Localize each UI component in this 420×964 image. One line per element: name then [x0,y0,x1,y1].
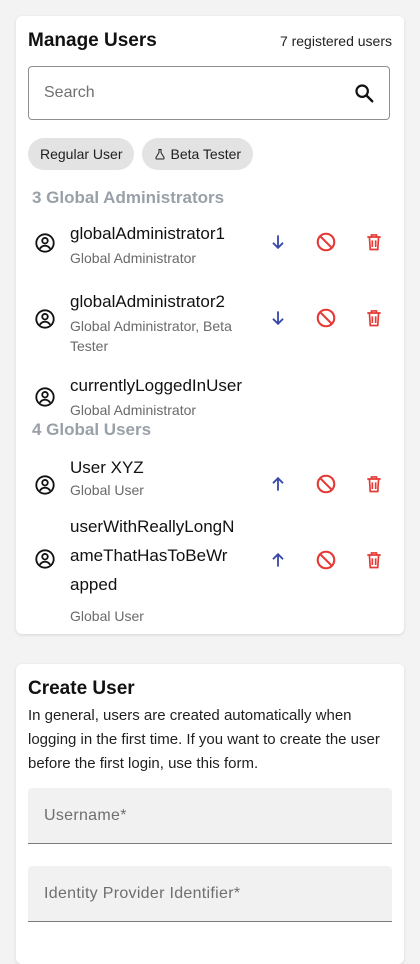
search-icon[interactable] [351,80,377,106]
user-name: userWithReallyLongN ameThatHasToBeWr app… [70,512,234,599]
manage-users-title: Manage Users [28,30,157,51]
account-circle-icon [34,474,56,496]
arrow-down-icon[interactable] [254,304,302,332]
user-name-line: ameThatHasToBeWr [70,546,228,565]
user-role: Global Administrator, Beta Tester [70,318,232,354]
user-role: Global Administrator [70,402,197,418]
block-icon[interactable] [302,304,350,332]
user-name: globalAdministrator2 [70,292,225,311]
manage-users-card: Manage Users 7 registered users Regular … [16,16,404,634]
create-user-card: Create User In general, users are create… [16,664,404,964]
create-user-title: Create User [28,678,135,699]
delete-icon[interactable] [350,546,398,574]
user-name-line: userWithReallyLongN [70,517,235,536]
account-circle-icon [34,232,56,254]
account-circle-icon [34,308,56,330]
arrow-down-icon[interactable] [254,228,302,256]
user-role: Global Administrator [70,250,197,266]
filter-chip-regular-user[interactable]: Regular User [28,138,135,170]
username-input[interactable] [28,788,392,843]
search-box [28,66,390,120]
user-list: 3 Global Administrators globalAdministra… [16,186,404,634]
user-name: User XYZ [70,458,144,477]
section-heading-global-users: 4 Global Users [32,420,152,439]
identity-provider-field [28,866,392,922]
delete-icon[interactable] [350,228,398,256]
user-role: Global User [70,608,144,624]
flask-icon [154,148,166,160]
account-circle-icon [34,386,56,408]
user-name: currentlyLoggedInUser [70,376,242,395]
create-user-description: In general, users are created automatica… [28,707,380,772]
identity-provider-input[interactable] [28,866,392,921]
account-circle-icon [34,548,56,570]
user-role: Global User [70,482,144,498]
delete-icon[interactable] [350,304,398,332]
user-actions [254,546,398,574]
search-input[interactable] [29,66,351,120]
chip-label: Regular User [40,146,123,162]
registered-users-count: 7 registered users [279,33,392,49]
user-actions [254,228,398,256]
block-icon[interactable] [302,470,350,498]
delete-icon[interactable] [350,470,398,498]
arrow-up-icon[interactable] [254,470,302,498]
user-name-line: apped [70,575,118,594]
role-filter-chips: Regular User Beta Tester [28,138,254,170]
username-field [28,788,392,844]
section-heading-global-administrators: 3 Global Administrators [32,188,225,207]
chip-label: Beta Tester [170,146,242,162]
manage-users-header: Manage Users 7 registered users [28,30,392,52]
user-actions [254,304,398,332]
block-icon[interactable] [302,546,350,574]
user-actions [254,470,398,498]
filter-chip-beta-tester[interactable]: Beta Tester [142,138,254,170]
user-name: globalAdministrator1 [70,224,225,243]
block-icon[interactable] [302,228,350,256]
arrow-up-icon[interactable] [254,546,302,574]
